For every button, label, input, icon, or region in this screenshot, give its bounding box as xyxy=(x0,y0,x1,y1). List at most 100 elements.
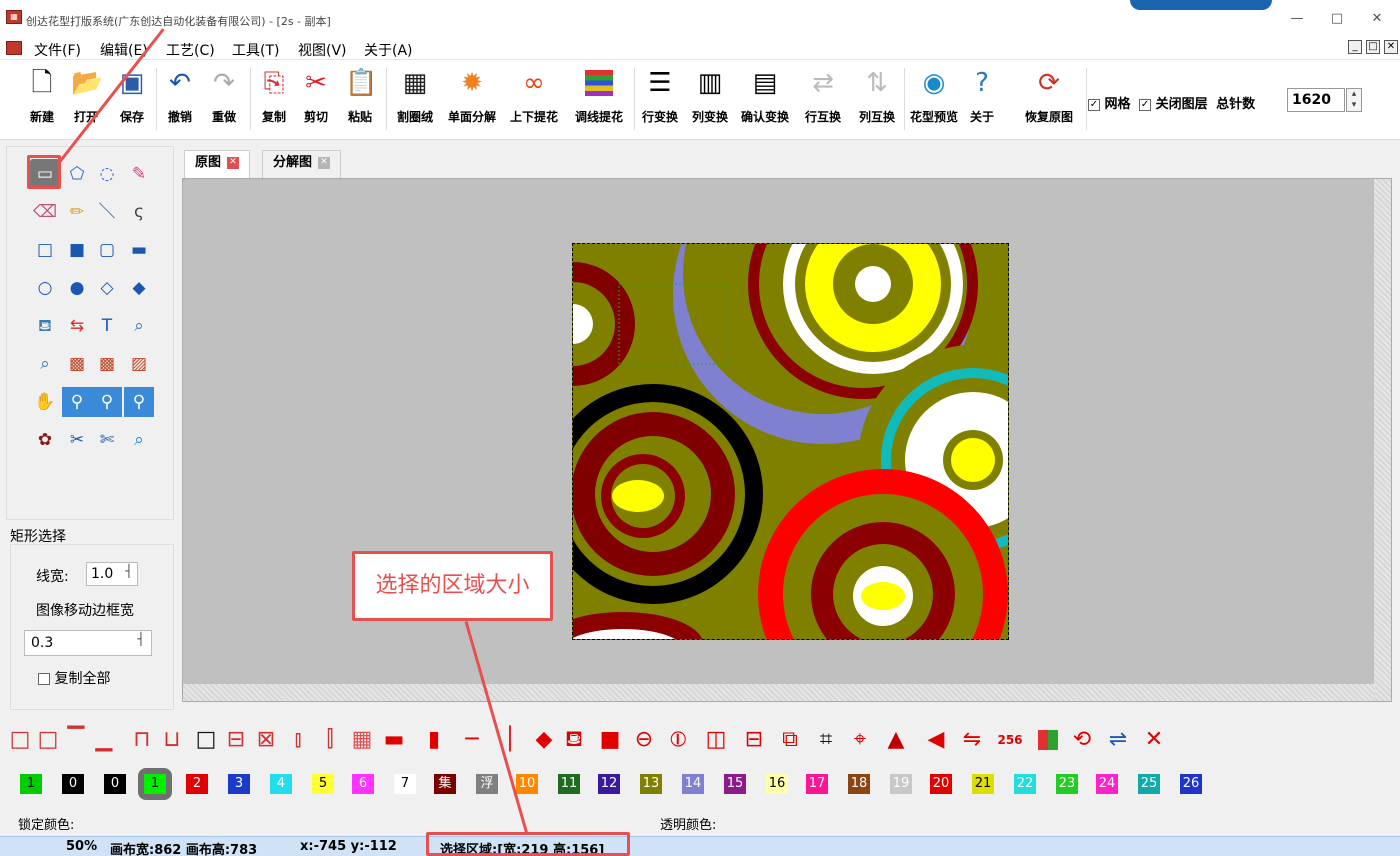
palette-icon[interactable] xyxy=(1034,726,1062,754)
filled-diamond-tool[interactable]: ◆ xyxy=(124,273,154,303)
undo-button[interactable]: ↶ 撤销 xyxy=(160,64,200,134)
split-h-del-icon[interactable]: ⊠ xyxy=(252,726,280,754)
pattern-preview-button[interactable]: ◉ 花型预览 xyxy=(906,64,962,134)
diamond-point-icon[interactable]: ◆ xyxy=(530,726,558,754)
small-rect-icon[interactable]: ■ xyxy=(596,726,624,754)
tab-original[interactable]: 原图 ✕ xyxy=(184,150,251,178)
color-swatch[interactable]: 2 xyxy=(186,774,208,794)
rect-top-icon[interactable]: ▔ xyxy=(62,726,90,754)
rotate-icon[interactable]: ⟲ xyxy=(1068,726,1096,754)
filled-rounded-rectangle-tool[interactable]: ▬ xyxy=(124,235,154,265)
filled-rectangle-tool[interactable]: ■ xyxy=(62,235,92,265)
color-swatch[interactable]: 19 xyxy=(890,774,912,794)
h-bar-icon[interactable]: ▬ xyxy=(380,726,408,754)
color-swatch[interactable]: 浮 xyxy=(476,774,498,794)
copy-all-checkbox[interactable] xyxy=(38,673,50,685)
menu-about[interactable]: 关于(A) xyxy=(364,40,413,60)
zoom-in-icon[interactable]: ⌕ xyxy=(124,311,154,341)
bold-rect-icon[interactable]: □ xyxy=(192,726,220,754)
hand-tool[interactable]: ✋ xyxy=(30,387,60,417)
rect-bottom-icon[interactable]: ▁ xyxy=(90,726,118,754)
maximize-button[interactable]: □ xyxy=(1322,8,1352,30)
total-needles-spinner[interactable]: ▴ ▾ xyxy=(1346,88,1362,112)
search-color-tool[interactable]: ⌕ xyxy=(124,425,154,455)
fill-point-icon[interactable]: ⛾ xyxy=(560,726,588,754)
lasso-select-tool[interactable]: ◌ xyxy=(92,159,122,189)
restore-original-button[interactable]: ⟳ 恢复原图 xyxy=(1014,64,1084,134)
polygon-select-tool[interactable]: ⬠ xyxy=(62,159,92,189)
frame-icon[interactable]: ⧉ xyxy=(776,726,804,754)
fill-tool[interactable]: ⛾ xyxy=(30,311,60,341)
crop-icon[interactable]: ⌗ xyxy=(812,726,840,754)
color-swatch[interactable]: 集 xyxy=(434,774,456,794)
split-tool[interactable]: ✄ xyxy=(92,425,122,455)
pattern-tool-1[interactable]: ▩ xyxy=(62,349,92,379)
paste-button[interactable]: 📋 粘贴 xyxy=(340,64,380,134)
menu-tools[interactable]: 工具(T) xyxy=(232,40,279,60)
color-swatch[interactable]: 18 xyxy=(848,774,870,794)
color-swatch[interactable]: 23 xyxy=(1056,774,1078,794)
color-swatch[interactable]: 15 xyxy=(724,774,746,794)
mdi-restore-button[interactable]: □ xyxy=(1366,40,1380,54)
tab-close-icon[interactable]: ✕ xyxy=(227,156,240,169)
cut-button[interactable]: ✂ 剪切 xyxy=(296,64,336,134)
tab-decomposed[interactable]: 分解图 ✕ xyxy=(262,150,342,178)
color-swatch[interactable]: 1 xyxy=(20,774,42,794)
rect-top-line-icon[interactable]: ⊓ xyxy=(128,726,156,754)
color-swatch[interactable]: 0 xyxy=(104,774,126,794)
eraser-tool[interactable]: ⌫ xyxy=(30,197,60,227)
mirror-h-icon[interactable]: ⊟ xyxy=(740,726,768,754)
minimize-button[interactable]: — xyxy=(1282,8,1312,30)
magic-wand-sub-tool[interactable]: ⚲ xyxy=(124,387,154,417)
split-v-del-icon[interactable]: ⫿ xyxy=(316,726,344,754)
total-needles-input[interactable]: 1620 xyxy=(1287,88,1345,112)
new-button[interactable]: 🗋 新建 xyxy=(22,64,62,134)
text-tool[interactable]: T xyxy=(92,311,122,341)
magic-wand-add-tool[interactable]: ⚲ xyxy=(92,387,122,417)
rect-outline-icon[interactable]: □ xyxy=(6,726,34,754)
color-swatch[interactable]: 7 xyxy=(394,774,416,794)
color-line-jacquard-button[interactable]: 调线提花 xyxy=(568,64,630,134)
color-256-icon[interactable]: 256 xyxy=(992,726,1028,754)
color-swatch[interactable]: 21 xyxy=(972,774,994,794)
color-swatch[interactable]: 12 xyxy=(598,774,620,794)
color-swatch[interactable]: 13 xyxy=(640,774,662,794)
pattern-tool-2[interactable]: ▩ xyxy=(92,349,122,379)
diamond-tool[interactable]: ◇ xyxy=(92,273,122,303)
column-swap-button[interactable]: ⇅ 列互换 xyxy=(852,64,902,134)
color-swatch[interactable]: 3 xyxy=(228,774,250,794)
arrow-swap-icon[interactable]: ⇌ xyxy=(1104,726,1132,754)
magic-wand-tool[interactable]: ⚲ xyxy=(62,387,92,417)
copy-button[interactable]: ⎘ 复制 xyxy=(254,64,294,134)
mdi-close-button[interactable]: ✕ xyxy=(1384,40,1398,54)
grid-checkbox[interactable]: ✓ xyxy=(1088,98,1100,111)
circle-h-icon[interactable]: ⊖ xyxy=(630,726,658,754)
row-transform-button[interactable]: ☰ 行变换 xyxy=(636,64,684,134)
cut-tool[interactable]: ✂ xyxy=(62,425,92,455)
color-swatch[interactable]: 4 xyxy=(270,774,292,794)
move-border-input[interactable]: 0.3 xyxy=(24,630,152,656)
menu-craft[interactable]: 工艺(C) xyxy=(166,40,215,60)
zoom-out-icon[interactable]: ⌕ xyxy=(30,349,60,379)
circle-v-icon[interactable]: ⦶ xyxy=(664,726,692,754)
color-swatch[interactable]: 10 xyxy=(516,774,538,794)
color-swatch[interactable]: 5 xyxy=(312,774,334,794)
color-picker-tool[interactable]: ✎ xyxy=(124,159,154,189)
color-swatch[interactable]: 16 xyxy=(766,774,788,794)
split-v-icon[interactable]: ⫾ xyxy=(284,726,312,754)
single-decompose-button[interactable]: ✹ 单面分解 xyxy=(442,64,502,134)
replace-color-tool[interactable]: ⇆ xyxy=(62,311,92,341)
mdi-minimize-button[interactable]: _ xyxy=(1348,40,1362,54)
flip-h-icon[interactable]: ◀ xyxy=(922,726,950,754)
pattern-tool-3[interactable]: ▨ xyxy=(124,349,154,379)
pattern-image[interactable] xyxy=(572,243,1009,640)
confirm-transform-button[interactable]: ▤ 确认变换 xyxy=(734,64,796,134)
line-tool[interactable]: ＼ xyxy=(92,197,122,227)
move-border-spinner[interactable]: ┤ xyxy=(134,632,148,654)
open-button[interactable]: 📂 打开 xyxy=(66,64,106,134)
row-swap-button[interactable]: ⇄ 行互换 xyxy=(798,64,848,134)
flower-tool[interactable]: ✿ xyxy=(30,425,60,455)
rect-outline-2-icon[interactable]: □ xyxy=(34,726,62,754)
ellipse-tool[interactable]: ○ xyxy=(30,273,60,303)
center-icon[interactable]: ⌖ xyxy=(846,726,874,754)
